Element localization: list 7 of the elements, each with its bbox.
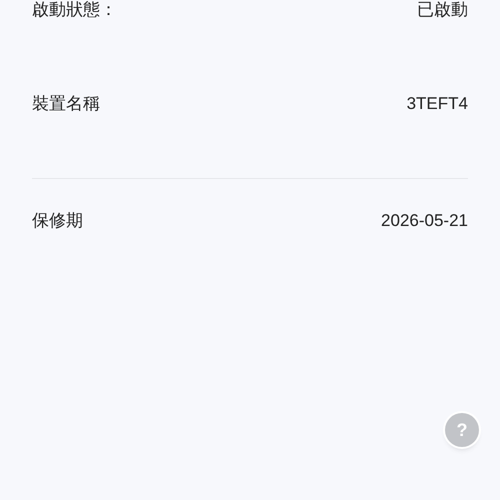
field-label: 裝置名稱	[32, 93, 100, 116]
field-label: 保修期	[32, 210, 83, 232]
field-value: 3TEFT4	[406, 93, 468, 116]
field-value: 2026-05-21	[381, 210, 468, 232]
field-label: 啟動狀態：	[32, 0, 117, 22]
help-button[interactable]: ?	[445, 413, 479, 447]
field-value: 已啟動	[417, 0, 468, 22]
